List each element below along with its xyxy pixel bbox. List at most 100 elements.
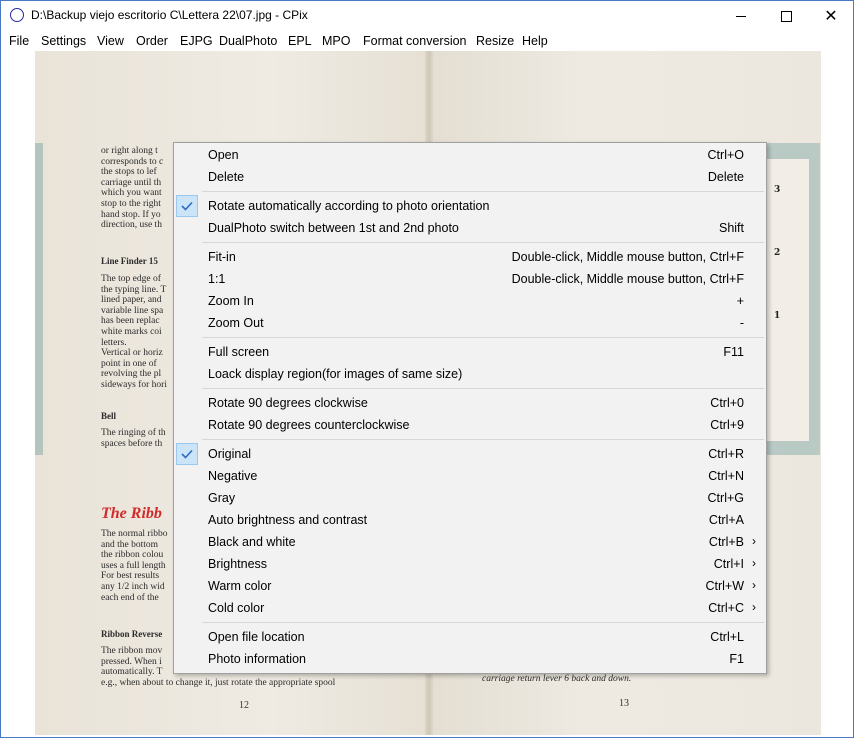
menu-item-lock-region[interactable]: Loack display region(for images of same … xyxy=(174,363,766,385)
menu-separator xyxy=(202,191,764,192)
minimize-button[interactable] xyxy=(718,1,764,31)
menu-item-label: Open file location xyxy=(208,630,305,644)
menu-item-open-file-location[interactable]: Open file location Ctrl+L xyxy=(174,626,766,648)
chevron-right-icon: › xyxy=(752,600,756,614)
menu-item-shortcut: F1 xyxy=(729,652,744,666)
app-window: D:\Backup viejo escritorio C\Lettera 22\… xyxy=(0,0,854,738)
maximize-button[interactable] xyxy=(763,1,809,31)
menu-item-zoom-out[interactable]: Zoom Out - xyxy=(174,312,766,334)
menu-separator xyxy=(202,622,764,623)
menu-item-rotate-cw[interactable]: Rotate 90 degrees clockwise Ctrl+0 xyxy=(174,392,766,414)
menu-settings[interactable]: Settings xyxy=(41,34,86,48)
menu-item-zoom-in[interactable]: Zoom In + xyxy=(174,290,766,312)
menu-item-shortcut: Shift xyxy=(718,221,744,235)
menu-format-conversion[interactable]: Format conversion xyxy=(363,34,467,48)
menu-item-shortcut: Double-click, Middle mouse button, Ctrl+… xyxy=(511,272,744,286)
menu-item-shortcut: Ctrl+R xyxy=(708,447,744,461)
close-button[interactable]: ✕ xyxy=(808,1,853,31)
menu-item-rotate-auto[interactable]: Rotate automatically according to photo … xyxy=(174,195,766,217)
menu-item-shortcut: Ctrl+9 xyxy=(710,418,744,432)
menu-item-rotate-ccw[interactable]: Rotate 90 degrees counterclockwise Ctrl+… xyxy=(174,414,766,436)
chevron-right-icon: › xyxy=(752,556,756,570)
menu-item-shortcut: Ctrl+C xyxy=(708,601,744,615)
menu-item-dualphoto-switch[interactable]: DualPhoto switch between 1st and 2nd pho… xyxy=(174,217,766,239)
menu-item-photo-information[interactable]: Photo information F1 xyxy=(174,648,766,670)
checkmark-icon xyxy=(176,195,198,217)
menu-dualphoto[interactable]: DualPhoto xyxy=(219,34,277,48)
title-bar: D:\Backup viejo escritorio C\Lettera 22\… xyxy=(1,1,853,31)
menu-separator xyxy=(202,388,764,389)
photo-heading-ribbon-reverse: Ribbon Reverse xyxy=(101,629,163,639)
menu-separator xyxy=(202,337,764,338)
checkmark-icon xyxy=(176,443,198,465)
menu-item-full-screen[interactable]: Full screen F11 xyxy=(174,341,766,363)
menu-item-shortcut: Ctrl+G xyxy=(707,491,744,505)
menu-item-label: Zoom Out xyxy=(208,316,264,330)
menu-ejpg[interactable]: EJPG xyxy=(180,34,213,48)
photo-page-number-left: 12 xyxy=(239,700,249,711)
menu-item-shortcut: Double-click, Middle mouse button, Ctrl+… xyxy=(511,250,744,264)
menu-item-brightness[interactable]: Brightness Ctrl+I › xyxy=(174,553,766,575)
context-menu: Open Ctrl+O Delete Delete Rotate automat… xyxy=(173,142,767,674)
menu-item-one-to-one[interactable]: 1:1 Double-click, Middle mouse button, C… xyxy=(174,268,766,290)
menu-item-cold-color[interactable]: Cold color Ctrl+C › xyxy=(174,597,766,619)
menu-item-open[interactable]: Open Ctrl+O xyxy=(174,144,766,166)
menu-item-original[interactable]: Original Ctrl+R xyxy=(174,443,766,465)
photo-heading-ribbon: The Ribb xyxy=(101,505,162,522)
menu-epl[interactable]: EPL xyxy=(288,34,312,48)
menu-item-shortcut: Ctrl+A xyxy=(708,513,744,527)
menu-item-delete[interactable]: Delete Delete xyxy=(174,166,766,188)
menu-mpo[interactable]: MPO xyxy=(322,34,350,48)
menu-item-label: Gray xyxy=(208,491,236,505)
menu-item-label: Black and white xyxy=(208,535,296,549)
menu-item-negative[interactable]: Negative Ctrl+N xyxy=(174,465,766,487)
menu-order[interactable]: Order xyxy=(136,34,168,48)
menu-item-label: Rotate 90 degrees clockwise xyxy=(208,396,368,410)
menu-item-shortcut: Ctrl+L xyxy=(710,630,744,644)
menu-item-label: Auto brightness and contrast xyxy=(208,513,368,527)
menu-resize[interactable]: Resize xyxy=(476,34,514,48)
menu-view[interactable]: View xyxy=(97,34,124,48)
menu-item-label: Full screen xyxy=(208,345,270,359)
menu-item-fit-in[interactable]: Fit-in Double-click, Middle mouse button… xyxy=(174,246,766,268)
chevron-right-icon: › xyxy=(752,578,756,592)
photo-teal-inner xyxy=(765,159,809,441)
menu-separator xyxy=(202,242,764,243)
photo-right-number-3: 3 xyxy=(774,185,781,195)
menu-item-shortcut: Ctrl+B xyxy=(708,535,744,549)
menu-item-shortcut: Delete xyxy=(707,170,744,184)
window-title: D:\Backup viejo escritorio C\Lettera 22\… xyxy=(31,8,308,22)
menu-item-label: Brightness xyxy=(208,557,268,571)
circle-icon xyxy=(10,8,24,22)
photo-heading-line-finder: Line Finder 15 xyxy=(101,256,158,266)
menu-item-shortcut: Ctrl+W xyxy=(705,579,744,593)
photo-right-number-1: 1 xyxy=(774,311,781,321)
menu-item-label: Rotate 90 degrees counterclockwise xyxy=(208,418,410,432)
menu-item-shortcut: - xyxy=(739,316,744,330)
menu-item-shortcut: Ctrl+O xyxy=(707,148,744,162)
menu-separator xyxy=(202,439,764,440)
menu-file[interactable]: File xyxy=(9,34,29,48)
menu-item-gray[interactable]: Gray Ctrl+G xyxy=(174,487,766,509)
photo-left-strip xyxy=(35,143,43,455)
photo-text-para1: or right along t corresponds to c the st… xyxy=(101,146,164,231)
menu-help[interactable]: Help xyxy=(522,34,548,48)
menu-item-label: Loack display region(for images of same … xyxy=(208,367,463,381)
menu-item-label: Fit-in xyxy=(208,250,236,264)
menu-item-label: Photo information xyxy=(208,652,306,666)
minimize-icon xyxy=(736,15,746,17)
menu-item-warm-color[interactable]: Warm color Ctrl+W › xyxy=(174,575,766,597)
menu-item-label: Negative xyxy=(208,469,258,483)
menu-bar: File Settings View Order EJPG DualPhoto … xyxy=(1,31,853,51)
menu-item-shortcut: Ctrl+0 xyxy=(710,396,744,410)
menu-item-shortcut: + xyxy=(736,294,744,308)
menu-item-label: DualPhoto switch between 1st and 2nd pho… xyxy=(208,221,459,235)
menu-item-label: Zoom In xyxy=(208,294,254,308)
menu-item-label: Delete xyxy=(208,170,245,184)
menu-item-black-white[interactable]: Black and white Ctrl+B › xyxy=(174,531,766,553)
menu-item-label: Rotate automatically according to photo … xyxy=(208,199,490,213)
close-icon: ✕ xyxy=(824,8,838,25)
menu-item-auto-brightness[interactable]: Auto brightness and contrast Ctrl+A xyxy=(174,509,766,531)
photo-text-para4: The normal ribbo and the bottom the ribb… xyxy=(101,529,168,603)
photo-text-para2: The top edge of the typing line. T lined… xyxy=(101,274,167,390)
